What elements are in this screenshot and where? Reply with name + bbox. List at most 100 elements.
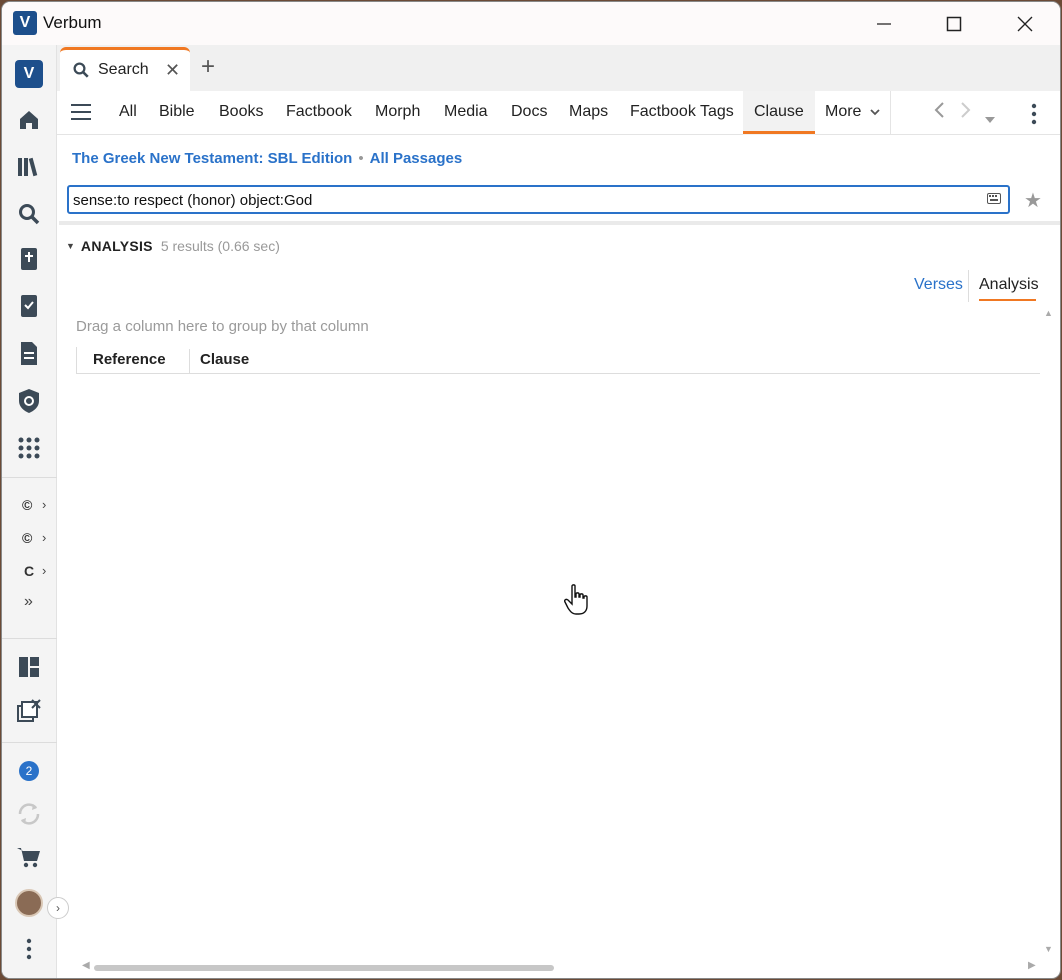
separator-dot: • bbox=[358, 150, 364, 167]
chevron-right-icon: › bbox=[56, 901, 60, 915]
nav-maps[interactable]: Maps bbox=[569, 103, 608, 121]
group-by-drop-zone[interactable]: Drag a column here to group by that colu… bbox=[76, 318, 369, 335]
chevron-right-icon: › bbox=[42, 530, 47, 545]
hamburger-menu-button[interactable] bbox=[71, 104, 91, 125]
resource-selector[interactable]: The Greek New Testament: SBL Edition bbox=[72, 150, 352, 167]
forward-button[interactable] bbox=[960, 101, 972, 124]
search-icon bbox=[73, 62, 89, 78]
home-icon bbox=[20, 111, 38, 129]
bible-icon bbox=[21, 248, 37, 270]
kebab-menu-icon bbox=[1031, 103, 1037, 125]
add-tab-button[interactable]: + bbox=[201, 53, 215, 81]
recent-item-label: C bbox=[24, 563, 35, 579]
collapse-triangle-icon: ▼ bbox=[66, 241, 75, 251]
grid-header: Reference Clause bbox=[76, 347, 1040, 374]
column-separator[interactable] bbox=[189, 349, 190, 373]
back-button[interactable] bbox=[933, 101, 945, 124]
documents-button[interactable] bbox=[14, 339, 44, 369]
nav-docs[interactable]: Docs bbox=[511, 103, 547, 121]
cart-icon bbox=[17, 848, 40, 868]
layouts-button[interactable] bbox=[14, 652, 44, 682]
nav-books[interactable]: Books bbox=[219, 103, 263, 121]
nav-factbook-tags[interactable]: Factbook Tags bbox=[630, 103, 734, 121]
shield-button[interactable] bbox=[14, 386, 44, 416]
minimize-icon bbox=[877, 23, 891, 25]
search-rail-button[interactable] bbox=[14, 199, 44, 229]
rail-divider bbox=[2, 742, 57, 743]
minimize-button[interactable] bbox=[864, 10, 904, 38]
sync-button[interactable] bbox=[14, 799, 44, 829]
recent-item-label: © bbox=[22, 530, 33, 546]
results-count: 5 results (0.66 sec) bbox=[160, 238, 280, 254]
tab-label: Search bbox=[98, 61, 149, 78]
tab-strip: Search ✕ + bbox=[57, 45, 1060, 91]
scroll-right-arrow[interactable]: ▶ bbox=[1028, 960, 1036, 971]
expand-rail-button[interactable]: › bbox=[47, 897, 69, 919]
scroll-down-arrow[interactable]: ▼ bbox=[1044, 944, 1053, 954]
layout-icon bbox=[19, 657, 39, 677]
shield-icon bbox=[19, 389, 39, 413]
history-dropdown-button[interactable] bbox=[985, 107, 995, 128]
nav-all[interactable]: All bbox=[119, 103, 137, 121]
tab-search[interactable]: Search ✕ bbox=[60, 47, 190, 91]
horizontal-scrollbar[interactable] bbox=[94, 965, 554, 971]
search-input[interactable] bbox=[73, 190, 973, 210]
keyboard-icon[interactable] bbox=[987, 193, 1001, 204]
account-button[interactable] bbox=[14, 888, 44, 918]
maximize-button[interactable] bbox=[934, 10, 974, 38]
nav-more[interactable]: More bbox=[825, 103, 880, 121]
apps-button[interactable] bbox=[14, 433, 44, 463]
home-button[interactable] bbox=[14, 105, 44, 135]
panel-divider bbox=[59, 221, 1060, 225]
search-kind-nav: All Bible Books Factbook Morph Media Doc… bbox=[57, 91, 1060, 135]
rail-menu-button[interactable] bbox=[14, 934, 44, 964]
view-tab-divider bbox=[968, 270, 969, 302]
view-tab-analysis[interactable]: Analysis bbox=[979, 276, 1039, 294]
results-header[interactable]: ▼ ANALYSIS 5 results (0.66 sec) bbox=[66, 238, 280, 254]
app-window: V Verbum V © › © › C › » 2 › Search ✕ + … bbox=[2, 2, 1060, 978]
nav-divider bbox=[890, 91, 891, 135]
column-header-clause[interactable]: Clause bbox=[200, 351, 249, 368]
scroll-up-arrow[interactable]: ▲ bbox=[1044, 308, 1053, 318]
maximize-icon bbox=[946, 16, 962, 32]
reading-plan-button[interactable] bbox=[14, 292, 44, 322]
close-tab-button[interactable]: ✕ bbox=[165, 60, 180, 81]
active-view-indicator bbox=[979, 299, 1036, 301]
chevron-right-icon bbox=[961, 102, 971, 118]
range-selector[interactable]: All Passages bbox=[370, 150, 463, 167]
search-icon bbox=[19, 204, 40, 225]
close-all-panels-button[interactable] bbox=[14, 697, 44, 727]
verbum-home-logo[interactable]: V bbox=[14, 59, 44, 89]
more-recent-button[interactable]: » bbox=[24, 593, 33, 611]
active-tab-indicator bbox=[743, 131, 815, 134]
close-window-button[interactable] bbox=[1005, 10, 1045, 38]
checklist-icon bbox=[21, 295, 37, 317]
chevron-right-icon: › bbox=[42, 497, 47, 512]
nav-media[interactable]: Media bbox=[444, 103, 488, 121]
notification-badge: 2 bbox=[19, 761, 39, 781]
scroll-left-arrow[interactable]: ◀ bbox=[82, 960, 90, 971]
sync-icon bbox=[18, 803, 40, 825]
notifications-button[interactable]: 2 bbox=[14, 756, 44, 786]
hand-cursor-icon bbox=[564, 584, 590, 623]
bible-button[interactable] bbox=[14, 245, 44, 275]
view-tab-verses[interactable]: Verses bbox=[914, 276, 963, 294]
panel-menu-button[interactable] bbox=[1031, 103, 1037, 130]
keyboard-keys bbox=[989, 195, 998, 201]
chevron-left-icon bbox=[934, 102, 944, 118]
column-header-reference[interactable]: Reference bbox=[93, 351, 166, 368]
nav-more-label: More bbox=[825, 103, 862, 120]
rail-divider bbox=[2, 638, 57, 639]
verbum-logo-icon: V bbox=[13, 11, 37, 35]
nav-morph[interactable]: Morph bbox=[375, 103, 420, 121]
star-icon: ★ bbox=[1024, 190, 1042, 212]
library-button[interactable] bbox=[14, 152, 44, 182]
nav-clause[interactable]: Clause bbox=[754, 103, 804, 121]
window-title: Verbum bbox=[43, 13, 102, 32]
close-panels-icon bbox=[17, 699, 41, 722]
nav-bible[interactable]: Bible bbox=[159, 103, 195, 121]
store-button[interactable] bbox=[14, 842, 44, 872]
apps-icon bbox=[18, 437, 40, 459]
nav-factbook[interactable]: Factbook bbox=[286, 103, 352, 121]
save-search-button[interactable]: ★ bbox=[1024, 188, 1042, 213]
